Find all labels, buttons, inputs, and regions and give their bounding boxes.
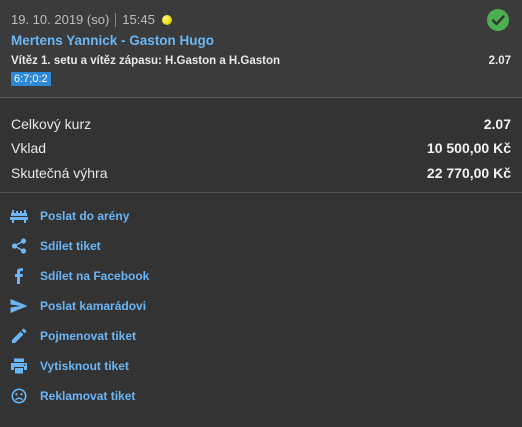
bet-detail: 19. 10. 2019 (so) 15:45 Mertens Yannick …: [0, 0, 522, 98]
printer-icon: [10, 357, 28, 375]
event-time: 15:45: [122, 12, 155, 27]
stake-value: 10 500,00 Kč: [426, 140, 511, 156]
bet-market: Vítěz 1. setu a vítěz zápasu: H.Gaston a…: [11, 55, 281, 67]
event-date: 19. 10. 2019 (so): [11, 12, 110, 27]
total-odds-value: 2.07: [483, 116, 511, 132]
send-to-friend-button[interactable]: Poslat kamarádovi: [0, 293, 300, 319]
sad-face-icon: [10, 387, 28, 405]
send-icon: [10, 297, 28, 315]
tennis-ball-icon: [161, 14, 172, 25]
check-circle-icon: [487, 9, 509, 31]
action-label: Sdílet na Facebook: [40, 269, 150, 283]
action-label: Sdílet tiket: [40, 239, 101, 253]
arena-icon: [10, 207, 28, 225]
action-label: Poslat do arény: [40, 209, 130, 223]
action-label: Reklamovat tiket: [40, 389, 136, 403]
bet-odd: 2.07: [488, 55, 511, 67]
print-ticket-button[interactable]: Vytisknout tiket: [0, 353, 300, 379]
action-label: Vytisknout tiket: [40, 359, 129, 373]
match-link[interactable]: Mertens Yannick - Gaston Hugo: [11, 33, 214, 48]
complain-ticket-button[interactable]: Reklamovat tiket: [0, 383, 300, 409]
event-meta: 19. 10. 2019 (so) 15:45: [11, 12, 172, 27]
score-badge: 6:7;0:2: [11, 72, 51, 86]
pencil-icon: [10, 327, 28, 345]
share-ticket-button[interactable]: Sdílet tiket: [0, 233, 300, 259]
stake-row: Vklad 10 500,00 Kč: [11, 138, 511, 158]
action-label: Poslat kamarádovi: [40, 299, 147, 313]
total-odds-row: Celkový kurz 2.07: [11, 114, 511, 134]
send-to-arena-button[interactable]: Poslat do arény: [0, 203, 300, 229]
ticket-summary: Celkový kurz 2.07 Vklad 10 500,00 Kč Sku…: [0, 99, 522, 193]
meta-divider: [115, 12, 117, 27]
total-odds-label: Celkový kurz: [11, 116, 92, 132]
stake-label: Vklad: [11, 140, 47, 156]
share-icon: [10, 237, 28, 255]
share-facebook-button[interactable]: Sdílet na Facebook: [0, 263, 300, 289]
win-label: Skutečná výhra: [11, 165, 108, 181]
action-label: Pojmenovat tiket: [40, 329, 137, 343]
facebook-icon: [10, 267, 28, 285]
win-row: Skutečná výhra 22 770,00 Kč: [11, 163, 511, 183]
win-value: 22 770,00 Kč: [426, 165, 511, 181]
rename-ticket-button[interactable]: Pojmenovat tiket: [0, 323, 300, 349]
